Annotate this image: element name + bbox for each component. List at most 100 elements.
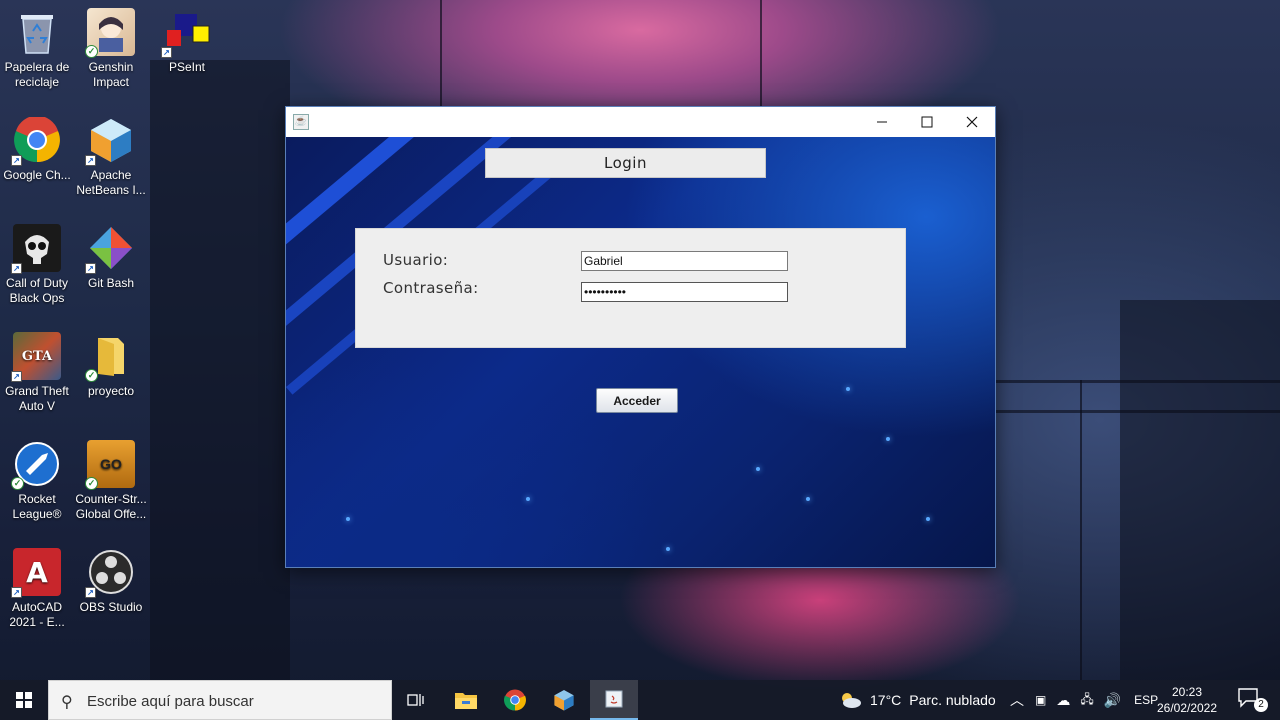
desktop-icon-csgo[interactable]: GO ✓ Counter-Str... Global Offe... [74,440,148,522]
desktop-icon-obs[interactable]: ↗ OBS Studio [74,548,148,615]
sync-status-icon: ✓ [11,477,24,490]
file-explorer-icon [455,693,477,709]
shortcut-arrow-icon: ↗ [85,155,96,166]
rocket-league-icon: ✓ [11,440,61,490]
acceder-button[interactable]: Acceder [596,388,678,413]
background-particle [846,387,850,391]
sync-status-icon: ✓ [85,369,98,382]
clock-time: 20:23 [1171,685,1203,699]
netbeans-icon: ↗ [85,116,135,166]
call-of-duty-icon: ↗ [11,224,61,274]
password-input[interactable] [581,282,788,302]
usuario-label: Usuario: [383,251,449,269]
system-tray: ︿ ▣ ☁ 🖧 🔊 ESP [1004,680,1166,720]
window-titlebar[interactable]: ☕ [286,107,995,137]
weather-temp: 17°C [870,692,902,708]
java-app-taskbar-button[interactable] [590,680,638,720]
shortcut-arrow-icon: ↗ [11,587,22,598]
background-bridge [996,380,1280,383]
chrome-taskbar-button[interactable] [491,680,539,720]
desktop-icon-rocket-league[interactable]: ✓ Rocket League® [0,440,74,522]
netbeans-taskbar-button[interactable] [540,680,588,720]
start-button[interactable] [0,680,48,720]
maximize-icon [921,116,933,128]
background-particle [756,467,760,471]
background-particle [886,437,890,441]
desktop-icon-genshin-impact[interactable]: ✓ Genshin Impact [74,8,148,90]
close-button[interactable] [949,107,995,137]
minimize-icon [877,121,887,123]
obs-icon: ↗ [85,548,135,598]
usuario-input[interactable] [581,251,788,271]
background-pole [1080,380,1082,680]
desktop-icon-call-of-duty[interactable]: ↗ Call of Duty Black Ops [0,224,74,306]
folder-icon: ✓ [85,332,135,382]
shortcut-arrow-icon: ↗ [11,155,22,166]
background-bridge [996,410,1280,413]
gta-v-icon: GTA ↗ [11,332,61,382]
pseint-icon: ↗ [161,8,211,58]
background-building-left [150,60,290,680]
clock[interactable]: 20:23 26/02/2022 [1152,684,1222,716]
desktop-icon-chrome[interactable]: ↗ Google Ch... [0,116,74,183]
background-particle [346,517,350,521]
search-input[interactable] [87,690,377,712]
network-icon[interactable]: 🖧 [1075,690,1098,711]
weather-desc: Parc. nublado [909,692,996,708]
window-content: Login Usuario: Contraseña: Acceder [286,137,995,567]
chrome-icon [504,689,526,711]
clock-date: 26/02/2022 [1156,701,1218,715]
chevron-up-icon[interactable]: ︿ [1004,690,1030,710]
autocad-icon: A ↗ [11,548,61,598]
shortcut-arrow-icon: ↗ [11,371,22,382]
shortcut-arrow-icon: ↗ [161,47,172,58]
shortcut-arrow-icon: ↗ [11,263,22,274]
genshin-impact-icon: ✓ [85,8,135,58]
java-icon [605,690,623,708]
task-view-button[interactable] [392,680,440,720]
chrome-icon: ↗ [11,116,61,166]
sync-status-icon: ✓ [85,45,98,58]
login-window: ☕ Login Usuario: Contraseña: Accede [285,106,996,568]
password-label: Contraseña: [383,279,479,297]
search-icon: ⚲ [61,694,73,711]
background-particle [926,517,930,521]
background-particle [666,547,670,551]
login-form-panel: Usuario: Contraseña: [355,228,906,348]
taskbar-search[interactable]: ⚲ [48,680,392,720]
taskbar: ⚲ 17°C Parc. nublado ︿ ▣ ☁ 🖧 🔊 ESP 20:23… [0,680,1280,720]
shortcut-arrow-icon: ↗ [85,263,96,274]
meet-now-icon[interactable]: ▣ [1030,693,1051,707]
netbeans-icon [554,689,574,711]
background-particle [806,497,810,501]
background-pole [760,0,762,106]
background-pole [440,0,442,106]
onedrive-icon[interactable]: ☁ [1051,692,1075,709]
desktop-icon-pseint[interactable]: ↗ PSeInt [150,8,224,75]
login-title: Login [485,148,766,178]
file-explorer-button[interactable] [442,680,490,720]
notification-count: 2 [1254,698,1268,712]
weather-widget[interactable]: 17°C Parc. nublado [838,680,996,720]
git-bash-icon: ↗ [85,224,135,274]
desktop-icon-autocad[interactable]: A ↗ AutoCAD 2021 - E... [0,548,74,630]
java-icon: ☕ [293,114,309,130]
desktop-icon-recycle-bin[interactable]: Papelera de reciclaje [0,8,74,90]
sync-status-icon: ✓ [85,477,98,490]
shortcut-arrow-icon: ↗ [85,587,96,598]
minimize-button[interactable] [859,107,905,137]
close-icon [966,116,978,128]
weather-partly-cloudy-icon [842,693,861,708]
maximize-button[interactable] [904,107,950,137]
background-particle [526,497,530,501]
recycle-bin-icon [13,8,61,56]
desktop-icon-git-bash[interactable]: ↗ Git Bash [74,224,148,291]
desktop-icon-proyecto[interactable]: ✓ proyecto [74,332,148,399]
desktop-icon-netbeans[interactable]: ↗ Apache NetBeans I... [74,116,148,198]
csgo-icon: GO ✓ [85,440,135,490]
volume-icon[interactable]: 🔊 [1099,692,1126,709]
windows-icon [16,692,32,708]
background-building-right [1120,300,1280,680]
notification-center-button[interactable]: 2 [1238,688,1268,712]
desktop-icon-gta-v[interactable]: GTA ↗ Grand Theft Auto V [0,332,74,414]
